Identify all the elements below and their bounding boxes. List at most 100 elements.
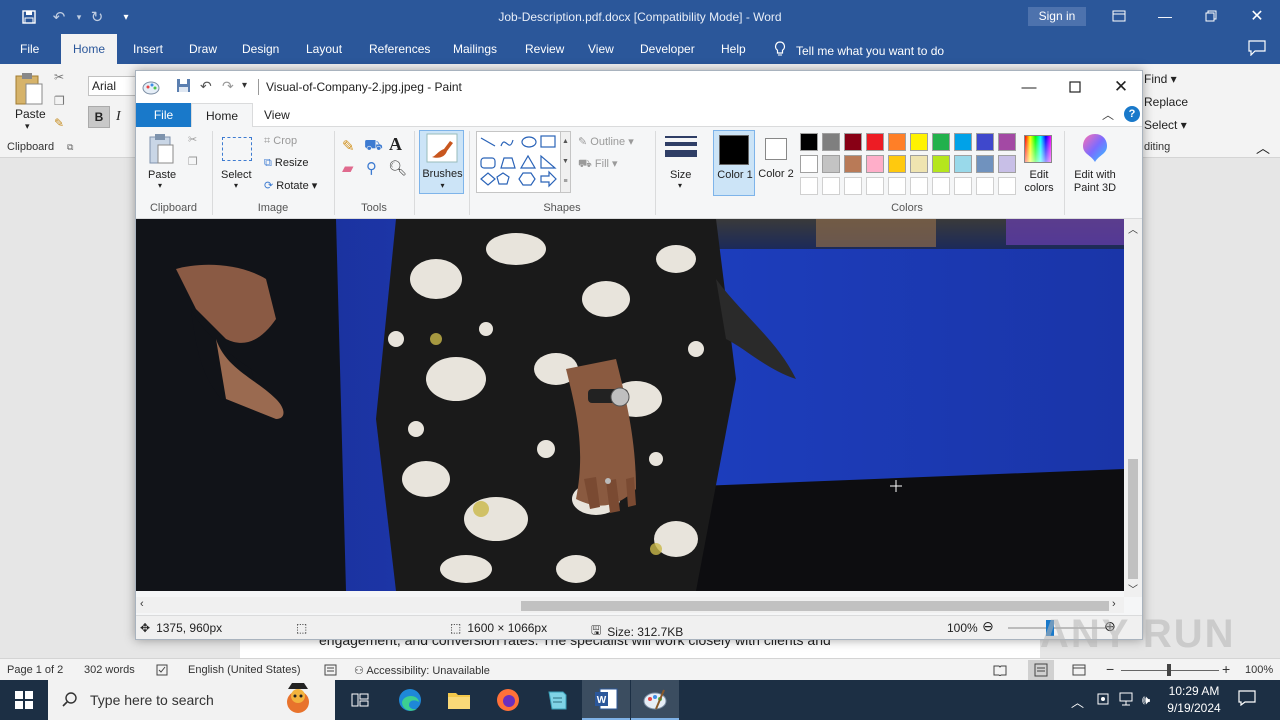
word-paste-icon[interactable] [14, 72, 44, 109]
custom-color-slot[interactable] [822, 177, 840, 195]
select-dropdown-icon[interactable]: ▾ [234, 181, 238, 190]
firefox-icon[interactable] [484, 680, 532, 720]
paint-redo-icon[interactable]: ↷ [222, 78, 234, 95]
paint-tab-file[interactable]: File [136, 103, 191, 127]
fill-button[interactable]: ⛟ Fill ▾ [578, 157, 618, 172]
paint-zoom-slider-thumb[interactable] [1046, 620, 1054, 636]
word-count[interactable]: 302 words [84, 664, 135, 676]
tab-review[interactable]: Review [525, 42, 564, 56]
palette-swatch[interactable] [844, 155, 862, 173]
redo-icon[interactable]: ↻ [84, 6, 110, 28]
paint-customize-qat-icon[interactable]: ▾ [242, 80, 247, 91]
tab-mailings[interactable]: Mailings [453, 42, 497, 56]
volume-icon[interactable]: 🕪 [1142, 692, 1150, 708]
paint-paste-label[interactable]: Paste [148, 169, 176, 181]
font-name-box[interactable]: Arial [88, 76, 138, 96]
tab-file[interactable]: File [20, 42, 39, 56]
word-restore-button[interactable] [1188, 0, 1234, 32]
notepad-app-icon[interactable] [533, 680, 581, 720]
task-view-icon[interactable] [336, 680, 384, 720]
help-icon[interactable]: ? [1124, 106, 1140, 122]
select-button[interactable]: Select ▾ [1144, 118, 1187, 132]
print-layout-icon[interactable] [1028, 660, 1054, 680]
comments-icon[interactable] [1248, 40, 1266, 59]
horizontal-scroll-thumb[interactable] [521, 601, 1109, 611]
edge-icon[interactable] [386, 680, 434, 720]
paint-horizontal-scrollbar[interactable]: ‹ › [136, 597, 1124, 613]
palette-swatch[interactable] [866, 133, 884, 151]
paint-canvas[interactable] [136, 219, 1124, 591]
paint-tab-home[interactable]: Home [191, 103, 254, 128]
zoom-in-button[interactable]: + [1222, 661, 1230, 677]
edit-with-paint3d-button[interactable]: Edit with Paint 3D [1068, 131, 1122, 194]
palette-swatch[interactable] [976, 155, 994, 173]
paint-paste-icon[interactable] [148, 133, 176, 170]
resize-button[interactable]: ⧉ Resize [264, 157, 309, 170]
replace-button[interactable]: Replace [1144, 95, 1188, 109]
scroll-down-icon[interactable]: ﹀ [1128, 581, 1138, 596]
custom-color-slot[interactable] [998, 177, 1016, 195]
palette-swatch[interactable] [998, 133, 1016, 151]
palette-swatch[interactable] [954, 133, 972, 151]
custom-color-slot[interactable] [844, 177, 862, 195]
palette-swatch[interactable] [822, 155, 840, 173]
custom-color-slot[interactable] [976, 177, 994, 195]
word-close-button[interactable]: ✕ [1234, 0, 1280, 32]
tab-draw[interactable]: Draw [189, 42, 217, 56]
palette-swatch[interactable] [976, 133, 994, 151]
text-tool-icon[interactable]: A [389, 134, 402, 155]
magnifier-icon[interactable]: 🔍︎ [388, 159, 407, 177]
palette-swatch[interactable] [998, 155, 1016, 173]
paint-vertical-scrollbar[interactable]: ︿ ﹀ [1124, 219, 1142, 597]
clipboard-launcher-icon[interactable]: ⧉ [67, 142, 73, 153]
vertical-scroll-thumb[interactable] [1128, 459, 1138, 579]
word-paste-label[interactable]: Paste [15, 107, 46, 121]
collapse-ribbon-icon[interactable]: ︿ [1256, 138, 1270, 158]
word-minimize-button[interactable]: — [1142, 0, 1188, 32]
page-count[interactable]: Page 1 of 2 [7, 664, 63, 676]
color1-button[interactable]: Color 1 [713, 130, 755, 196]
zoom-level[interactable]: 100% [1245, 664, 1273, 676]
palette-swatch[interactable] [800, 155, 818, 173]
rotate-button[interactable]: ⟳ Rotate ▾ [264, 179, 317, 192]
save-icon[interactable] [16, 6, 42, 28]
tab-help[interactable]: Help [721, 42, 746, 56]
italic-button[interactable]: I [116, 109, 121, 125]
paint-taskbar-icon[interactable] [631, 680, 679, 720]
pencil-icon[interactable]: ✎ [342, 137, 355, 155]
palette-swatch[interactable] [954, 155, 972, 173]
tab-insert[interactable]: Insert [133, 42, 163, 56]
tab-view[interactable]: View [588, 42, 614, 56]
palette-swatch[interactable] [932, 133, 950, 151]
scroll-up-icon[interactable]: ︿ [1128, 221, 1138, 236]
file-explorer-icon[interactable] [435, 680, 483, 720]
paint-cut-icon[interactable]: ✂ [188, 133, 197, 146]
tab-references[interactable]: References [369, 42, 430, 56]
edit-colors-button[interactable]: Edit colors [1018, 131, 1058, 194]
custom-color-slot[interactable] [954, 177, 972, 195]
select-tool-icon[interactable] [222, 137, 252, 161]
paint-save-icon[interactable] [176, 78, 191, 96]
scroll-right-icon[interactable]: › [1112, 598, 1116, 610]
shapes-gallery[interactable] [476, 131, 568, 193]
notifications-icon[interactable] [1238, 690, 1256, 709]
proofing-icon[interactable] [156, 664, 170, 679]
copy-icon[interactable]: ❐ [54, 94, 65, 108]
taskbar-clock[interactable]: 10:29 AM 9/19/2024 [1162, 683, 1226, 717]
language-indicator[interactable]: English (United States) [188, 664, 301, 676]
palette-swatch[interactable] [888, 155, 906, 173]
size-icon[interactable] [664, 135, 698, 164]
palette-swatch[interactable] [822, 133, 840, 151]
cut-icon[interactable]: ✂ [54, 70, 64, 84]
zoom-slider-thumb[interactable] [1167, 664, 1171, 676]
size-label[interactable]: Size [670, 169, 691, 181]
network-device-icon[interactable] [1096, 692, 1110, 709]
palette-swatch[interactable] [800, 133, 818, 151]
paint-maximize-button[interactable] [1052, 71, 1098, 103]
macro-record-icon[interactable] [324, 664, 337, 679]
shapes-scroll[interactable]: ▲ ▼ ≡ [560, 131, 571, 193]
palette-swatch[interactable] [888, 133, 906, 151]
custom-color-slot[interactable] [888, 177, 906, 195]
size-dropdown-icon[interactable]: ▾ [678, 181, 682, 190]
custom-color-slot[interactable] [866, 177, 884, 195]
